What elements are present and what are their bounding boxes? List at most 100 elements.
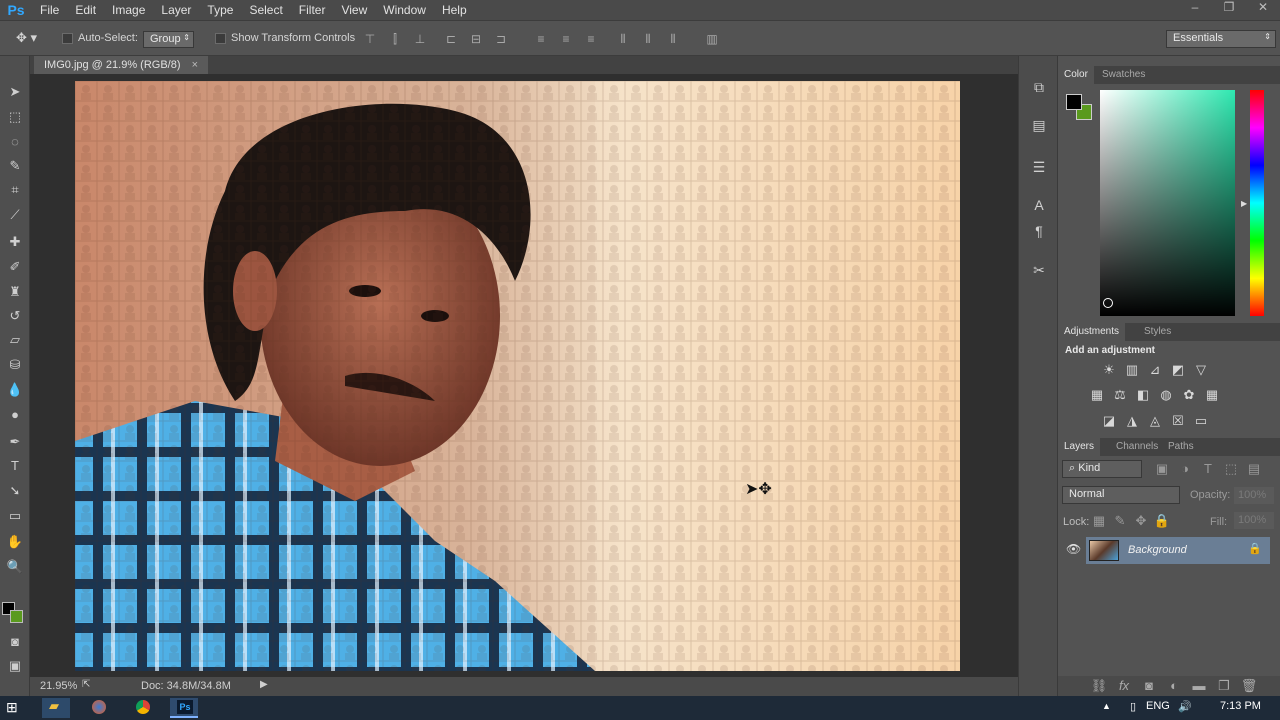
hand-tool-icon[interactable]: ✋	[5, 532, 25, 552]
selective-color-icon[interactable]: ☒	[1169, 412, 1187, 430]
curves-icon[interactable]: ⊿	[1146, 361, 1164, 379]
invert-icon[interactable]: ◪	[1100, 412, 1118, 430]
menu-filter[interactable]: Filter	[291, 3, 334, 17]
new-adjustment-layer-icon[interactable]: ◐	[1165, 677, 1183, 695]
layer-row[interactable]: Background 🔒	[1086, 537, 1270, 564]
tray-expand-icon[interactable]: ▲	[1102, 701, 1111, 711]
adjust-sliders-icon[interactable]: ☰	[1028, 156, 1050, 178]
move-tool-preset-icon[interactable]: ✥ ▾	[16, 30, 46, 48]
new-layer-icon[interactable]: ❐	[1215, 677, 1233, 695]
channel-mixer-icon[interactable]: ✿	[1180, 386, 1198, 404]
canvas-image[interactable]: ➤✥	[75, 81, 960, 671]
brightness-contrast-icon[interactable]: ☀	[1100, 361, 1118, 379]
clock[interactable]: 7:13 PM	[1220, 700, 1261, 712]
tool-presets-icon[interactable]: ✂	[1028, 259, 1050, 281]
distribute-right-icon[interactable]: ⦀	[665, 31, 681, 47]
language-indicator[interactable]: ENG	[1146, 700, 1170, 712]
screen-mode-icon[interactable]: ▣	[5, 656, 25, 676]
background-color-swatch[interactable]	[10, 610, 23, 623]
chrome-icon[interactable]	[128, 698, 156, 718]
dodge-tool-icon[interactable]: ●	[5, 405, 25, 425]
color-balance-icon[interactable]: ⚖	[1111, 386, 1129, 404]
hue-slider[interactable]	[1250, 90, 1264, 316]
lasso-tool-icon[interactable]: ◌	[5, 132, 25, 152]
align-hcenter-icon[interactable]: ⊟	[468, 31, 484, 47]
layer-name[interactable]: Background	[1128, 544, 1187, 556]
distribute-left-icon[interactable]: ⦀	[615, 31, 631, 47]
show-transform-checkbox[interactable]	[215, 33, 226, 44]
black-white-icon[interactable]: ◧	[1134, 386, 1152, 404]
restore-button[interactable]: ❐	[1212, 0, 1246, 20]
align-top-icon[interactable]: ⊤	[362, 31, 378, 47]
posterize-icon[interactable]: ◮	[1123, 412, 1141, 430]
history-panel-icon[interactable]: ⧉	[1028, 76, 1050, 98]
document-tab[interactable]: IMG0.jpg @ 21.9% (RGB/8) ×	[34, 56, 208, 74]
paint-bucket-tool-icon[interactable]: ⛁	[5, 355, 25, 375]
align-right-icon[interactable]: ⊐	[493, 31, 509, 47]
move-tool-icon[interactable]: ➤	[5, 82, 25, 102]
filter-type-icon[interactable]: T	[1199, 460, 1217, 478]
tab-channels[interactable]: Channels	[1110, 438, 1164, 456]
color-lookup-icon[interactable]: ▦	[1203, 386, 1221, 404]
battery-icon[interactable]: ▯	[1130, 700, 1136, 713]
filter-adjustment-icon[interactable]: ◑	[1176, 460, 1194, 478]
tab-adjustments[interactable]: Adjustments	[1058, 323, 1126, 341]
brush-tool-icon[interactable]: ✐	[5, 257, 25, 277]
align-bottom-icon[interactable]: ⊥	[412, 31, 428, 47]
tab-swatches[interactable]: Swatches	[1096, 66, 1151, 84]
lock-transparent-icon[interactable]: ▦	[1090, 512, 1108, 530]
menu-select[interactable]: Select	[241, 3, 290, 17]
menu-window[interactable]: Window	[375, 3, 434, 17]
link-layers-icon[interactable]: ⛓	[1090, 677, 1108, 695]
workspace-dropdown[interactable]: Essentials ⇕	[1166, 30, 1276, 48]
levels-icon[interactable]: ▥	[1123, 361, 1141, 379]
blend-mode-dropdown[interactable]: Normal	[1062, 486, 1180, 504]
add-mask-icon[interactable]: ◙	[1140, 677, 1158, 695]
volume-icon[interactable]: 🔊	[1178, 700, 1192, 713]
menu-layer[interactable]: Layer	[153, 3, 199, 17]
eraser-tool-icon[interactable]: ▱	[5, 330, 25, 350]
auto-select-checkbox[interactable]	[62, 33, 73, 44]
vibrance-icon[interactable]: ▽	[1192, 361, 1210, 379]
delete-layer-icon[interactable]: 🗑	[1240, 677, 1258, 695]
path-select-tool-icon[interactable]: ➘	[5, 481, 25, 501]
opacity-field[interactable]: 100%	[1234, 487, 1274, 504]
layer-filter-dropdown[interactable]: ⌕ Kind	[1062, 460, 1142, 478]
menu-file[interactable]: File	[32, 3, 67, 17]
lock-position-icon[interactable]: ✥	[1132, 512, 1150, 530]
fg-color-chip[interactable]	[1066, 94, 1082, 110]
export-icon[interactable]: ⇱	[82, 679, 90, 690]
fill-field[interactable]: 100%	[1234, 512, 1274, 529]
filter-pixel-icon[interactable]: ▣	[1153, 460, 1171, 478]
close-button[interactable]: ✕	[1246, 0, 1280, 20]
exposure-icon[interactable]: ◩	[1169, 361, 1187, 379]
properties-panel-icon[interactable]: ▤	[1028, 114, 1050, 136]
hue-slider-marker-icon[interactable]: ▶	[1241, 199, 1247, 208]
clone-stamp-tool-icon[interactable]: ♜	[5, 282, 25, 302]
quick-select-tool-icon[interactable]: ✎	[5, 156, 25, 176]
crop-tool-icon[interactable]: ⌗	[5, 180, 25, 200]
menu-type[interactable]: Type	[199, 3, 241, 17]
photoshop-taskbar-icon[interactable]: Ps	[170, 698, 198, 718]
paragraph-panel-icon[interactable]: ¶	[1028, 220, 1050, 242]
distribute-hcenter-icon[interactable]: ⦀	[640, 31, 656, 47]
zoom-tool-icon[interactable]: 🔍	[5, 557, 25, 577]
blur-tool-icon[interactable]: 💧	[5, 380, 25, 400]
menu-help[interactable]: Help	[434, 3, 475, 17]
distribute-vcenter-icon[interactable]: ≡	[558, 31, 574, 47]
marquee-tool-icon[interactable]: ⬚	[5, 107, 25, 127]
align-left-icon[interactable]: ⊏	[443, 31, 459, 47]
visibility-eye-icon[interactable]: 👁	[1066, 542, 1081, 556]
tab-layers[interactable]: Layers	[1058, 438, 1101, 456]
lock-all-icon[interactable]: 🔒	[1153, 512, 1171, 530]
photo-filter-icon[interactable]: ◍	[1157, 386, 1175, 404]
menu-image[interactable]: Image	[104, 3, 153, 17]
start-button-icon[interactable]: ⊞	[6, 699, 18, 716]
status-arrow-icon[interactable]: ▶	[260, 679, 268, 690]
pen-tool-icon[interactable]: ✒	[5, 432, 25, 452]
auto-select-dropdown[interactable]: Group ⇕	[143, 31, 194, 48]
eyedropper-tool-icon[interactable]: ⟋	[5, 205, 25, 225]
zoom-level[interactable]: 21.95%	[40, 680, 77, 692]
filter-smart-object-icon[interactable]: ▤	[1245, 460, 1263, 478]
distribute-top-icon[interactable]: ≡	[533, 31, 549, 47]
